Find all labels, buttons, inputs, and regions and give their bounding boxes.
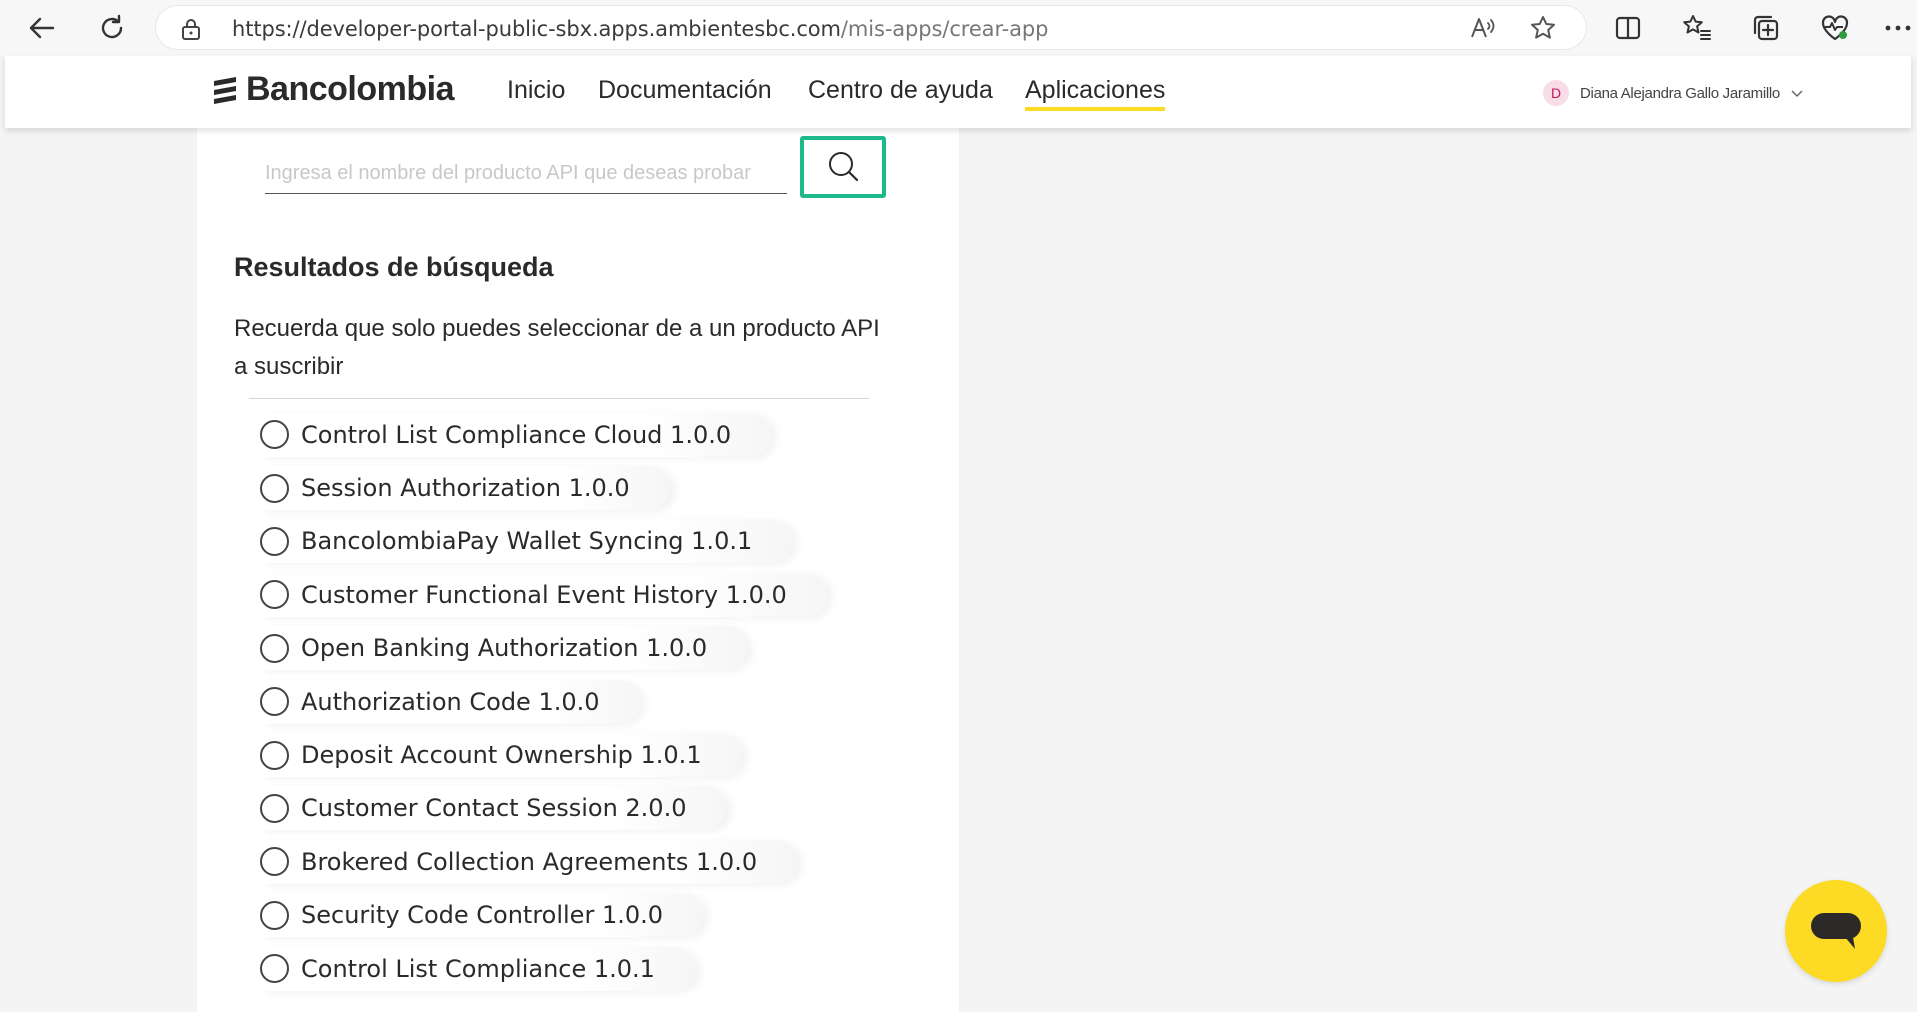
search-icon — [829, 152, 859, 182]
radio-button[interactable] — [260, 954, 289, 984]
search-button[interactable] — [800, 136, 886, 198]
chevron-down-icon — [1791, 90, 1803, 98]
radio-button[interactable] — [260, 580, 289, 610]
radio-button[interactable] — [260, 900, 289, 930]
api-option[interactable]: Open Banking Authorization 1.0.0 — [260, 622, 827, 675]
divider — [249, 398, 869, 399]
results-description: Recuerda que solo puedes seleccionar de … — [234, 315, 880, 380]
api-option[interactable]: BancolombiaPay Wallet Syncing 1.0.1 — [260, 515, 827, 568]
api-option-label: Authorization Code 1.0.0 — [301, 687, 600, 716]
star-icon[interactable] — [1529, 14, 1557, 42]
nav-documentacion[interactable]: Documentación — [598, 76, 772, 105]
favorites-icon[interactable] — [1679, 10, 1715, 46]
api-option[interactable]: Customer Contact Session 2.0.0 — [260, 782, 827, 835]
radio-button[interactable] — [260, 473, 289, 503]
api-option-label: BancolombiaPay Wallet Syncing 1.0.1 — [301, 527, 753, 556]
read-aloud-icon[interactable] — [1469, 14, 1497, 42]
api-option-label: Open Banking Authorization 1.0.0 — [301, 634, 708, 663]
api-option[interactable]: Control List Compliance Cloud 1.0.0 — [260, 408, 827, 461]
api-option-label: Customer Contact Session 2.0.0 — [301, 794, 687, 823]
api-product-search-input[interactable] — [265, 154, 787, 194]
address-bar[interactable]: https://developer-portal-public-sbx.apps… — [156, 6, 1586, 49]
api-product-list: Control List Compliance Cloud 1.0.0 Sess… — [260, 408, 827, 995]
api-option[interactable]: Deposit Account Ownership 1.0.1 — [260, 728, 827, 781]
api-option-label: Security Code Controller 1.0.0 — [301, 901, 664, 930]
radio-button[interactable] — [260, 633, 289, 663]
url-text[interactable]: https://developer-portal-public-sbx.apps… — [232, 17, 1048, 41]
user-menu[interactable]: D Diana Alejandra Gallo Jaramillo — [1543, 80, 1804, 106]
bancolombia-logo[interactable]: Bancolombia — [210, 70, 454, 109]
api-option-label: Session Authorization 1.0.0 — [301, 474, 630, 503]
api-option-label: Deposit Account Ownership 1.0.1 — [301, 741, 702, 770]
user-name: Diana Alejandra Gallo Jaramillo — [1580, 84, 1780, 102]
browser-essentials-icon[interactable] — [1817, 10, 1853, 46]
split-screen-icon[interactable] — [1610, 10, 1646, 46]
results-title: Resultados de búsqueda — [234, 252, 554, 282]
site-header: Bancolombia Inicio Documentación Centro … — [5, 56, 1911, 128]
collections-icon[interactable] — [1748, 10, 1784, 46]
nav-aplicaciones[interactable]: Aplicaciones — [1025, 76, 1166, 111]
api-option[interactable]: Authorization Code 1.0.0 — [260, 675, 827, 728]
radio-button[interactable] — [260, 793, 289, 823]
chat-icon — [1811, 913, 1861, 949]
api-option[interactable]: Session Authorization 1.0.0 — [260, 461, 827, 514]
radio-button[interactable] — [260, 740, 289, 770]
api-option[interactable]: Brokered Collection Agreements 1.0.0 — [260, 835, 827, 888]
nav-centro-de-ayuda[interactable]: Centro de ayuda — [808, 76, 993, 105]
nav-inicio[interactable]: Inicio — [507, 76, 565, 105]
api-option[interactable]: Customer Functional Event History 1.0.0 — [260, 568, 827, 621]
logo-text: Bancolombia — [246, 70, 454, 108]
api-search-card: Resultados de búsqueda Recuerda que solo… — [197, 128, 959, 1012]
api-option-label: Control List Compliance 1.0.1 — [301, 954, 655, 983]
api-option-label: Control List Compliance Cloud 1.0.0 — [301, 420, 732, 449]
url-path: /mis-apps/crear-app — [840, 17, 1049, 41]
bancolombia-logo-icon — [214, 76, 236, 104]
radio-button[interactable] — [260, 847, 289, 877]
lock-icon[interactable] — [180, 17, 202, 45]
radio-button[interactable] — [260, 526, 289, 556]
api-option[interactable]: Security Code Controller 1.0.0 — [260, 889, 827, 942]
api-option[interactable]: Control List Compliance 1.0.1 — [260, 942, 827, 995]
more-icon[interactable] — [1880, 10, 1916, 46]
refresh-icon[interactable] — [92, 8, 132, 48]
chat-button[interactable] — [1785, 880, 1887, 982]
radio-button[interactable] — [260, 687, 289, 717]
url-host: https://developer-portal-public-sbx.apps… — [232, 17, 841, 41]
radio-button[interactable] — [260, 420, 289, 450]
api-option-label: Brokered Collection Agreements 1.0.0 — [301, 847, 758, 876]
avatar: D — [1543, 80, 1569, 106]
browser-toolbar: https://developer-portal-public-sbx.apps… — [0, 0, 1917, 56]
api-option-label: Customer Functional Event History 1.0.0 — [301, 580, 787, 609]
back-arrow-icon[interactable] — [22, 8, 62, 48]
